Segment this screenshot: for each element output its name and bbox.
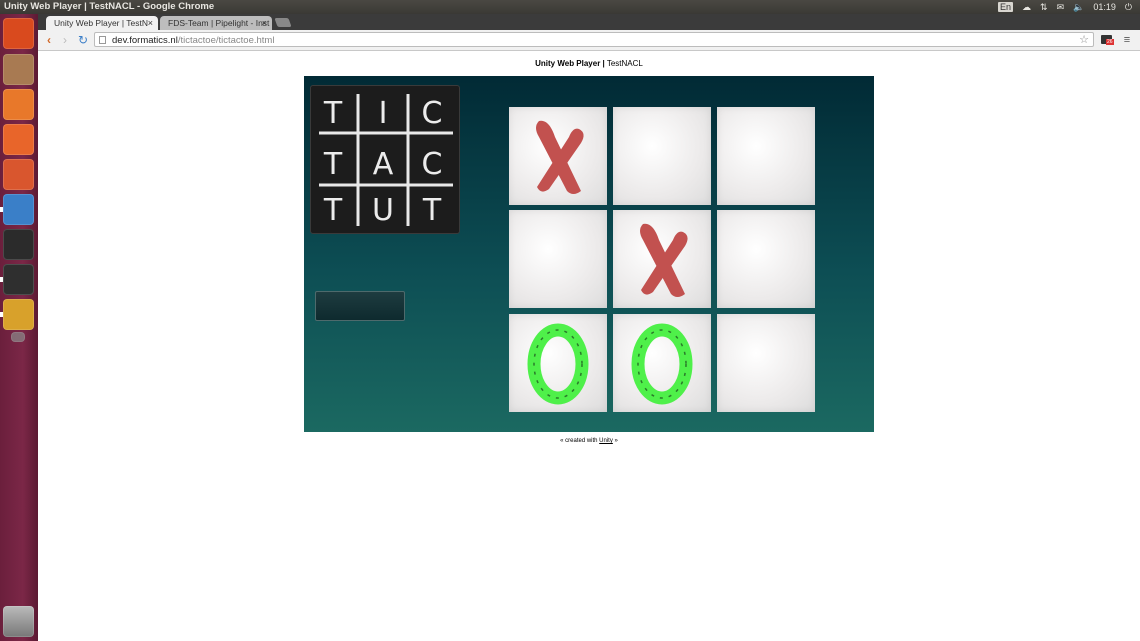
logo-letter: T	[323, 193, 343, 228]
footer-text: « created with	[560, 438, 600, 444]
tab-label: Unity Web Player | TestN	[54, 18, 149, 28]
volume-icon[interactable]: 🔈	[1073, 0, 1084, 14]
board-cell[interactable]	[613, 210, 711, 308]
running-indicator	[0, 277, 3, 282]
terminal-icon[interactable]	[3, 229, 34, 260]
board-cell[interactable]	[509, 210, 607, 308]
footer-text-end: »	[612, 438, 618, 444]
unity-launcher	[0, 14, 38, 641]
tab-label: FDS-Team | Pipelight - Inst	[168, 18, 270, 28]
logo-letter: I	[379, 96, 388, 131]
menu-icon[interactable]: ≡	[1120, 33, 1134, 47]
logo-letter: C	[422, 147, 443, 182]
extension-icon[interactable]: 26	[1101, 35, 1114, 45]
trash-icon[interactable]	[3, 606, 34, 637]
board-cell[interactable]	[509, 107, 607, 205]
keyboard-indicator[interactable]: En	[998, 2, 1014, 12]
unity-link[interactable]: Unity	[599, 438, 613, 444]
forward-arrow-icon[interactable]: ›	[58, 33, 72, 47]
board-cell[interactable]	[613, 107, 711, 205]
heading-rest: TestNACL	[604, 59, 643, 68]
url-host: dev.formatics.nl	[112, 35, 178, 46]
address-bar[interactable]: dev.formatics.nl/tictactoe/tictactoe.htm…	[94, 32, 1094, 47]
clock[interactable]: 01:19	[1093, 0, 1116, 14]
chrome-icon[interactable]	[3, 299, 34, 330]
close-icon[interactable]: ×	[148, 16, 153, 30]
page-icon	[99, 36, 106, 44]
board-cell[interactable]	[509, 314, 607, 412]
reload-icon[interactable]: ↻	[76, 33, 90, 47]
extension-badge: 26	[1106, 39, 1114, 45]
power-icon[interactable]: ⏻	[1125, 0, 1132, 14]
system-top-bar: Unity Web Player | TestNACL - Google Chr…	[0, 0, 1140, 14]
logo-letter: T	[422, 193, 442, 228]
new-tab-button[interactable]	[274, 18, 292, 27]
tab-fds-team[interactable]: FDS-Team | Pipelight - Inst ×	[160, 16, 272, 30]
browser-toolbar: ‹ › ↻ dev.formatics.nl/tictactoe/tictact…	[38, 30, 1140, 51]
page-footer: « created with Unity »	[38, 438, 1140, 444]
back-arrow-icon[interactable]: ‹	[42, 33, 56, 47]
cloud-icon[interactable]: ☁	[1022, 0, 1031, 14]
board-cell[interactable]	[717, 314, 815, 412]
system-tray: En ☁ ⇅ ✉ 🔈 01:19 ⏻	[998, 0, 1132, 14]
tab-unity-web-player[interactable]: Unity Web Player | TestN ×	[46, 16, 158, 30]
game-menu-button[interactable]	[315, 291, 405, 321]
bookmark-star-icon[interactable]: ☆	[1079, 33, 1089, 48]
window-title: Unity Web Player | TestNACL - Google Chr…	[4, 1, 215, 12]
network-icon[interactable]: ⇅	[1040, 0, 1048, 14]
logo-letter: U	[372, 193, 394, 228]
chromium-icon[interactable]	[3, 194, 34, 225]
firefox-icon[interactable]	[3, 89, 34, 120]
unity-player[interactable]: TICTACTUT	[304, 76, 874, 432]
o-mark	[527, 323, 589, 405]
tictactoe-logo: TICTACTUT	[310, 85, 460, 234]
logo-letter: C	[422, 96, 443, 131]
mail-icon[interactable]: ✉	[1057, 0, 1065, 14]
o-mark	[631, 323, 693, 405]
web-page: Unity Web Player | TestNACL TICTACTUT « …	[38, 51, 1140, 641]
x-mark	[536, 120, 584, 194]
x-mark	[640, 223, 688, 297]
running-indicator	[0, 312, 3, 317]
logo-letter: A	[373, 147, 394, 182]
system-monitor-icon[interactable]	[3, 264, 34, 295]
heading-bold: Unity Web Player |	[535, 59, 605, 68]
board-cell[interactable]	[613, 314, 711, 412]
board-cell[interactable]	[717, 210, 815, 308]
ubuntu-dash-icon[interactable]	[3, 18, 34, 49]
page-heading: Unity Web Player | TestNACL	[38, 59, 1140, 68]
logo-letter: T	[323, 96, 343, 131]
board-cell[interactable]	[717, 107, 815, 205]
chalkboard-grid: T I CT A CT U T	[319, 94, 453, 228]
system-settings-icon[interactable]	[3, 159, 34, 190]
logo-letter: T	[323, 147, 343, 182]
workspace-icon[interactable]	[11, 332, 25, 342]
files-icon[interactable]	[3, 54, 34, 85]
tab-strip: Unity Web Player | TestN × FDS-Team | Pi…	[38, 14, 1140, 30]
url-path: /tictactoe/tictactoe.html	[177, 35, 275, 46]
software-center-icon[interactable]	[3, 124, 34, 155]
running-indicator	[0, 207, 3, 212]
close-icon[interactable]: ×	[262, 16, 267, 30]
